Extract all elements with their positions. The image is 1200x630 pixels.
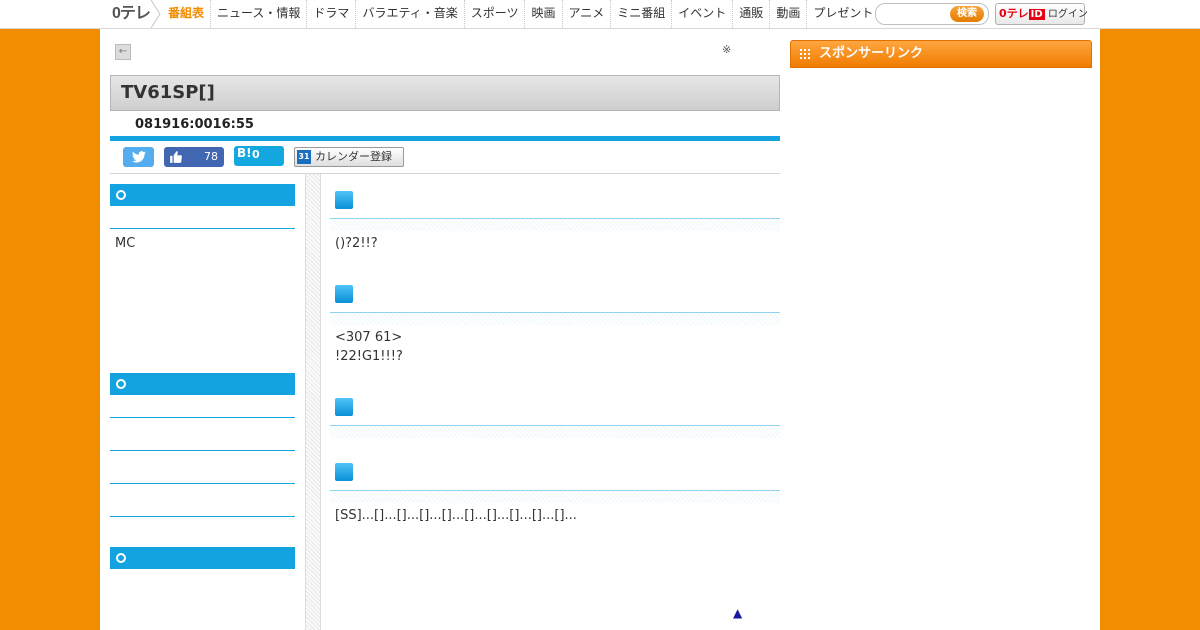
back-arrow-icon[interactable]: ← [115, 44, 131, 60]
logo-separator-icon [150, 0, 161, 28]
nav-item-movie[interactable]: 映画 [524, 0, 561, 28]
left-list-divider [110, 516, 295, 517]
login-button[interactable]: 0テレ ID ログイン [995, 3, 1088, 25]
section-rule [330, 425, 780, 438]
login-logo: 0テレ [999, 7, 1029, 20]
nav-item-video[interactable]: 動画 [769, 0, 806, 28]
nav-item-present[interactable]: プレゼント [806, 0, 879, 28]
facebook-like-button[interactable]: 78 [164, 147, 224, 167]
hatena-bookmark-button[interactable]: B! 0 [234, 146, 284, 166]
thumbs-up-icon [170, 151, 182, 163]
nav-item-bangumihyo[interactable]: 番組表 [162, 0, 210, 28]
left-section-header-1 [110, 184, 295, 206]
column-divider [305, 174, 321, 630]
title-divider [110, 136, 780, 141]
section2-line2: !22!G1!!!? [335, 349, 403, 364]
grid-icon [800, 49, 810, 59]
page-top-arrow-icon[interactable]: ▲ [733, 606, 742, 620]
bullet-icon [116, 190, 126, 200]
page-container: ← ※ TV61SP[] 081916:0016:55 78 B! 0 31 カ… [100, 29, 1100, 630]
calendar-icon: 31 [297, 150, 311, 164]
login-id-badge: ID [1028, 9, 1045, 20]
twitter-bird-icon [131, 151, 146, 163]
left-list-divider [110, 450, 295, 451]
section-square-icon [335, 285, 353, 303]
nav-item-variety[interactable]: バラエティ・音楽 [355, 0, 463, 28]
broadcast-datetime: 081916:0016:55 [135, 117, 254, 132]
program-title: TV61SP[] [121, 82, 215, 103]
search-box: 検索 [875, 3, 989, 25]
section1-text: ()?2!!? [335, 236, 378, 251]
nav-item-anime[interactable]: アニメ [561, 0, 611, 28]
main-content: ()?2!!? <307 61> !22!G1!!!? [SS]...[]...… [330, 174, 780, 630]
section-square-icon [335, 463, 353, 481]
nav-item-mini[interactable]: ミニ番組 [610, 0, 671, 28]
calendar-register-label: カレンダー登録 [315, 150, 392, 163]
nav-item-sports[interactable]: スポーツ [463, 0, 525, 28]
calendar-register-button[interactable]: 31 カレンダー登録 [294, 147, 404, 167]
nav-item-shopping[interactable]: 通販 [732, 0, 769, 28]
section-rule [330, 312, 780, 325]
left-list-divider [110, 483, 295, 484]
left-list-divider [110, 417, 295, 418]
global-header: 0テレ 番組表 ニュース・情報 ドラマ バラエティ・音楽 スポーツ 映画 アニメ… [0, 0, 1200, 29]
hatena-count: 0 [252, 148, 260, 161]
section-rule [330, 490, 780, 503]
bullet-icon [116, 553, 126, 563]
section-square-icon [335, 398, 353, 416]
nav-item-event[interactable]: イベント [671, 0, 732, 28]
twitter-share-button[interactable] [123, 147, 154, 167]
section4-text: [SS]...[]...[]...[]...[]...[]...[]...[].… [335, 508, 577, 523]
search-button[interactable]: 検索 [950, 6, 984, 22]
left-section-header-2 [110, 373, 295, 395]
section2-line1: <307 61> [335, 330, 403, 345]
like-count: 78 [204, 150, 218, 163]
nav-item-drama[interactable]: ドラマ [306, 0, 355, 28]
hatena-icon: B! [237, 146, 252, 160]
bullet-icon [116, 379, 126, 389]
left-section-header-3 [110, 547, 295, 569]
section-rule [330, 218, 780, 231]
nav-item-news[interactable]: ニュース・情報 [210, 0, 306, 28]
note-mark: ※ [722, 43, 732, 56]
left-divider [110, 228, 295, 229]
global-nav: 番組表 ニュース・情報 ドラマ バラエティ・音楽 スポーツ 映画 アニメ ミニ番… [162, 0, 879, 28]
share-bar: 78 B! 0 31 カレンダー登録 [110, 145, 780, 174]
mc-label: MC [115, 236, 136, 251]
search-input[interactable] [882, 6, 952, 24]
sponsor-link-label: スポンサーリンク [819, 46, 924, 61]
program-title-bar: TV61SP[] [110, 75, 780, 111]
sponsor-link-header: スポンサーリンク [790, 40, 1092, 68]
section-square-icon [335, 191, 353, 209]
login-label: ログイン [1047, 9, 1088, 20]
